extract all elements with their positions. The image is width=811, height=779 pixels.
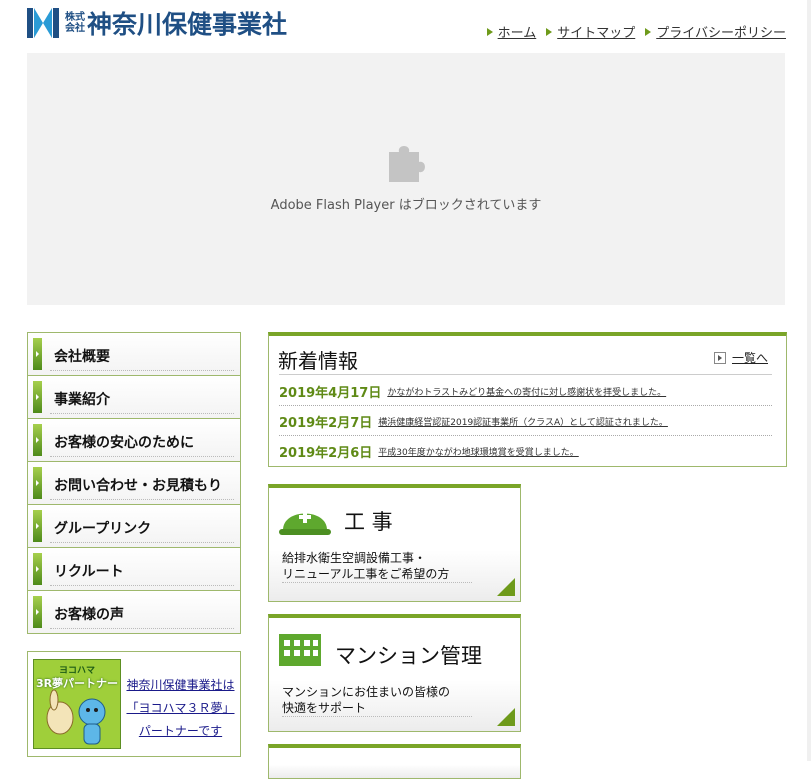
scrollbar-track[interactable]	[807, 0, 811, 761]
sidebar-item-company-profile[interactable]: 会社概要	[27, 332, 241, 375]
helmet-icon	[279, 511, 331, 535]
news-more-label: 一覧へ	[731, 351, 768, 365]
news-more-link[interactable]: 一覧へ	[713, 349, 768, 366]
corner-arrow-icon	[497, 708, 515, 726]
news-link[interactable]: かながわトラストみどり基金への寄付に対し感謝状を拝受しました。	[387, 385, 666, 398]
sidebar-nav: 会社概要 事業紹介 お客様の安心のために お問い合わせ・お見積もり グループリン…	[27, 332, 241, 634]
news-divider	[279, 374, 772, 375]
divider	[50, 370, 234, 371]
card-title: マンション管理	[335, 644, 482, 668]
yokohama-3r-banner[interactable]: ヨコハマ 3R夢パートナー 神奈川保健事業社は 「ヨコハマ３Ｒ夢」 パートナーで…	[27, 651, 241, 757]
nav-arrow-icon	[33, 553, 42, 585]
nav-arrow-icon	[33, 467, 42, 499]
news-date: 2019年2月6日	[279, 445, 373, 461]
nav-arrow-icon	[33, 596, 42, 628]
banner-text-line2: 「ヨコハマ３Ｒ夢」	[126, 701, 235, 715]
card-description-line1: マンションにお住まいの皆様の	[282, 685, 451, 699]
card-description: 給排水衛生空調設備工事・ リニューアル工事をご希望の方	[282, 550, 449, 582]
card-description-line2: 快適をサポート	[282, 701, 367, 715]
news-link[interactable]: 横浜健康経営認証2019認証事業所（クラスA）として認証されました。	[378, 415, 668, 428]
divider	[50, 456, 234, 457]
building-icon	[279, 634, 321, 666]
logo-company-name: 神奈川保健事業社	[87, 10, 288, 39]
card-description: マンションにお住まいの皆様の 快適をサポート	[282, 684, 450, 716]
arrow-box-icon	[713, 351, 726, 364]
arrow-right-icon	[546, 27, 553, 36]
sidebar-item-label: お問い合わせ・お見積もり	[54, 478, 222, 494]
sidebar-item-safety[interactable]: お客様の安心のために	[27, 418, 241, 461]
news-link[interactable]: 平成30年度かながわ地球環境賞を受賞しました。	[378, 445, 578, 458]
divider	[50, 542, 234, 543]
divider	[50, 413, 234, 414]
logo-small-line1: 株式	[65, 12, 85, 23]
nav-arrow-icon	[33, 338, 42, 370]
flash-placeholder[interactable]: Adobe Flash Player はブロックされています	[27, 53, 785, 305]
divider	[50, 628, 234, 629]
privacy-policy-link[interactable]: プライバシーポリシー	[645, 22, 786, 41]
sidebar-item-business[interactable]: 事業紹介	[27, 375, 241, 418]
yokohama-3r-mascot-image[interactable]: ヨコハマ 3R夢パートナー	[33, 659, 121, 749]
logo-company-type: 株式 会社	[65, 12, 85, 34]
sidebar-item-label: リクルート	[54, 564, 124, 580]
news-title: 新着情報	[278, 349, 358, 373]
logo-small-line2: 会社	[65, 23, 85, 34]
news-date: 2019年2月7日	[279, 415, 373, 431]
next-service-card[interactable]	[268, 744, 521, 779]
sitemap-link[interactable]: サイトマップ	[546, 22, 635, 41]
sidebar-item-label: 事業紹介	[54, 392, 110, 408]
card-description-line2: リニューアル工事をご希望の方	[282, 567, 450, 581]
sidebar-item-label: お客様の声	[54, 607, 124, 623]
sitemap-link-label: サイトマップ	[557, 26, 636, 41]
home-link[interactable]: ホーム	[486, 22, 537, 41]
sidebar-item-voices[interactable]: お客様の声	[27, 590, 241, 634]
nav-arrow-icon	[33, 381, 42, 413]
card-description-line1: 給排水衛生空調設備工事・	[282, 551, 427, 565]
banner-text-line1: 神奈川保健事業社は	[126, 678, 235, 692]
construction-card[interactable]: 工 事 給排水衛生空調設備工事・ リニューアル工事をご希望の方	[268, 484, 521, 602]
banner-text[interactable]: 神奈川保健事業社は 「ヨコハマ３Ｒ夢」 パートナーです	[121, 674, 240, 743]
arrow-right-icon	[645, 27, 652, 36]
mascot-illustration-icon	[46, 689, 106, 745]
sidebar-item-label: グループリンク	[54, 521, 152, 537]
banner-text-line3: パートナーです	[138, 724, 223, 738]
header-links: ホーム サイトマップ プライバシーポリシー	[486, 22, 786, 41]
mansion-management-card[interactable]: マンション管理 マンションにお住まいの皆様の 快適をサポート	[268, 614, 521, 732]
sidebar-item-label: 会社概要	[54, 349, 110, 365]
home-link-label: ホーム	[497, 26, 537, 41]
news-item[interactable]: 2019年4月17日 かながわトラストみどり基金への寄付に対し感謝状を拝受しまし…	[279, 377, 772, 406]
sidebar-item-contact[interactable]: お問い合わせ・お見積もり	[27, 461, 241, 504]
news-item[interactable]: 2019年2月6日 平成30年度かながわ地球環境賞を受賞しました。	[279, 437, 772, 465]
divider	[50, 585, 234, 586]
divider	[282, 582, 472, 583]
privacy-policy-link-label: プライバシーポリシー	[656, 26, 786, 41]
divider	[50, 499, 234, 500]
flash-blocked-message: Adobe Flash Player はブロックされています	[270, 198, 542, 213]
logo-mark-icon	[27, 8, 59, 38]
site-logo[interactable]: 株式 会社 神奈川保健事業社	[27, 8, 288, 39]
sidebar-item-label: お客様の安心のために	[54, 435, 194, 451]
divider	[282, 716, 472, 717]
corner-arrow-icon	[497, 578, 515, 596]
card-title: 工 事	[344, 510, 393, 534]
sidebar-item-group-links[interactable]: グループリンク	[27, 504, 241, 547]
nav-arrow-icon	[33, 424, 42, 456]
arrow-right-icon	[486, 27, 493, 36]
news-panel: 新着情報 一覧へ 2019年4月17日 かながわトラストみどり基金への寄付に対し…	[268, 332, 787, 467]
plugin-puzzle-icon	[389, 146, 425, 182]
news-item[interactable]: 2019年2月7日 横浜健康経営認証2019認証事業所（クラスA）として認証され…	[279, 407, 772, 436]
sidebar-item-recruit[interactable]: リクルート	[27, 547, 241, 590]
news-date: 2019年4月17日	[279, 385, 382, 401]
nav-arrow-icon	[33, 510, 42, 542]
